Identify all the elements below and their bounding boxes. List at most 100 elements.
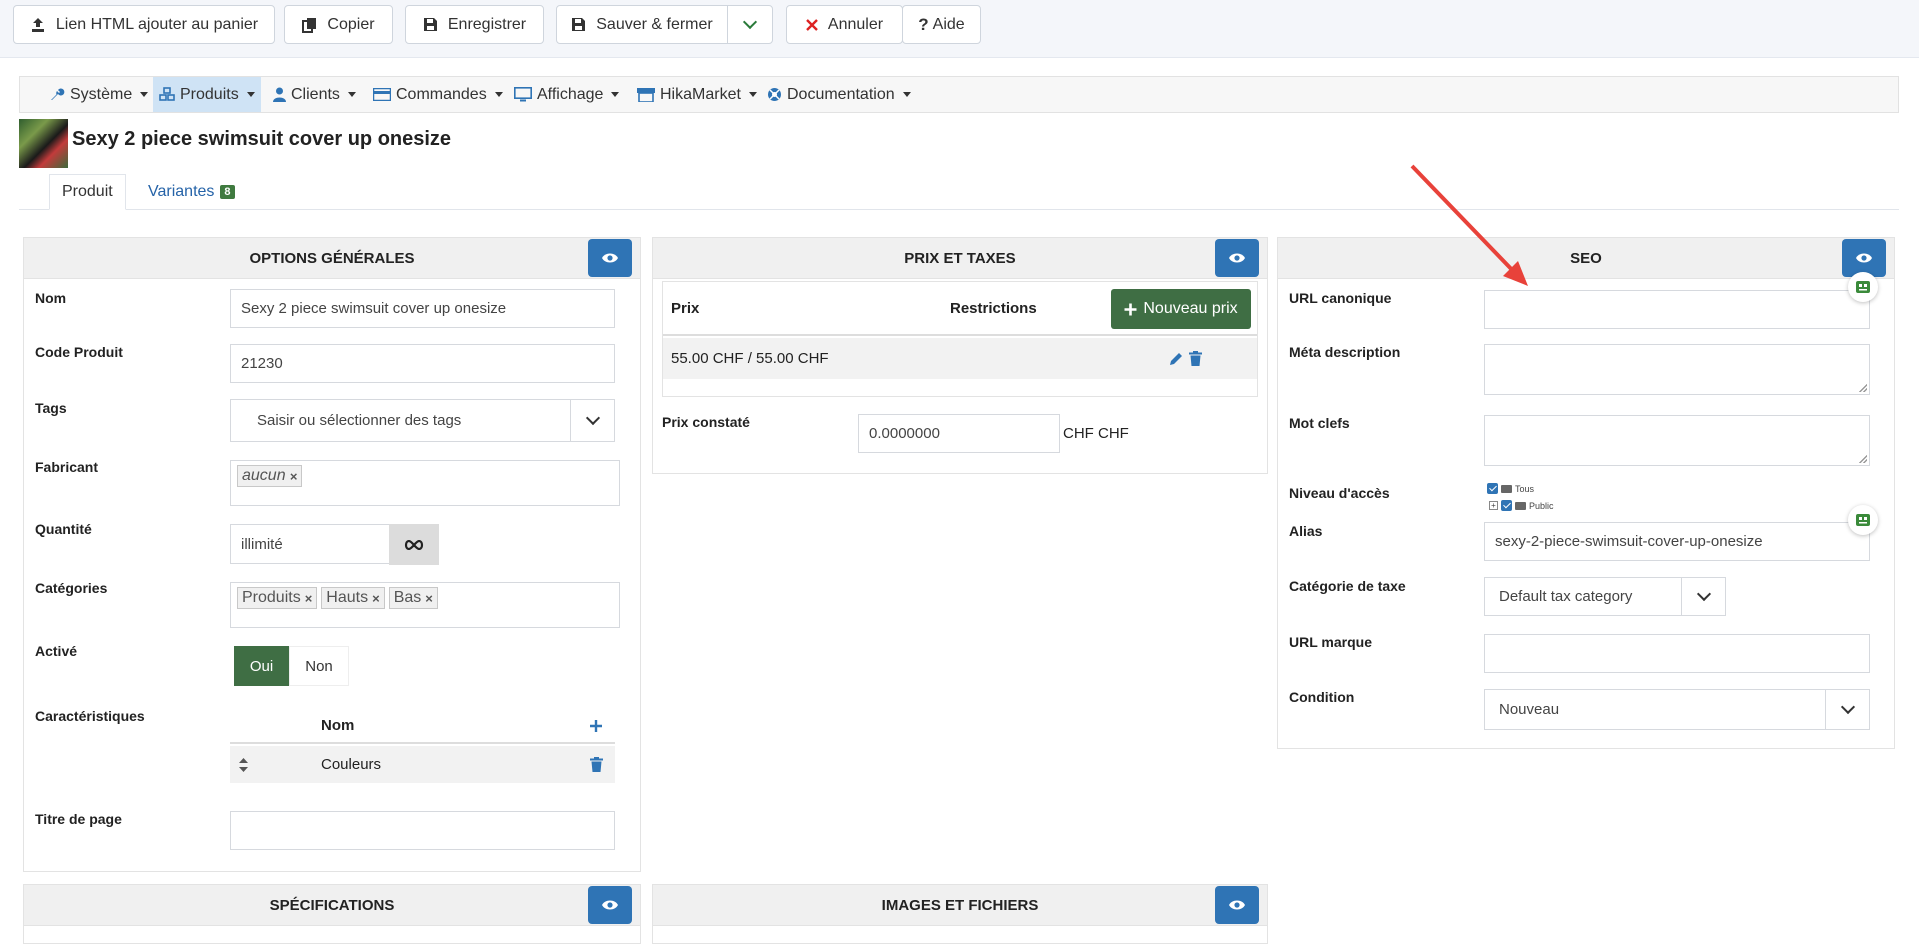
- new-price-button[interactable]: Nouveau prix: [1111, 289, 1251, 329]
- active-no-button[interactable]: Non: [289, 646, 349, 686]
- product-code-value: 21230: [241, 355, 283, 372]
- brand-url-input[interactable]: [1484, 634, 1870, 673]
- unlimited-toggle-button[interactable]: [389, 524, 439, 565]
- name-input[interactable]: Sexy 2 piece swimsuit cover up onesize: [230, 289, 615, 328]
- canonical-url-input[interactable]: [1484, 290, 1870, 329]
- menu-documentation[interactable]: Documentation: [761, 77, 917, 112]
- infinity-icon: [404, 539, 424, 550]
- menu-display[interactable]: Affichage: [508, 77, 625, 112]
- remove-chip-icon[interactable]: ×: [372, 591, 380, 606]
- name-label: Nom: [35, 290, 67, 306]
- caret-down-icon: [140, 92, 149, 97]
- menu-display-label: Affichage: [537, 85, 604, 103]
- characteristics-label: Caractéristiques: [35, 708, 145, 724]
- images-files-heading: IMAGES ET FICHIERS: [881, 896, 1039, 914]
- toggle-visibility-button[interactable]: [588, 886, 632, 924]
- menu-hikamarket[interactable]: HikaMarket: [631, 77, 763, 112]
- tax-category-dropdown-toggle[interactable]: [1681, 578, 1725, 615]
- access-all-label: Tous: [1515, 483, 1535, 494]
- access-level-label: Niveau d'accès: [1289, 485, 1390, 501]
- characteristics-header-row: Nom: [230, 709, 615, 744]
- copy-button[interactable]: Copier: [284, 5, 393, 44]
- table-row: 55.00 CHF / 55.00 CHF: [663, 338, 1257, 379]
- active-yes-button[interactable]: Oui: [234, 646, 289, 686]
- meta-description-textarea[interactable]: [1484, 344, 1870, 395]
- quantity-input[interactable]: illimité: [230, 524, 390, 564]
- caret-down-icon: [494, 92, 503, 97]
- access-tree-all: Tous: [1487, 483, 1534, 494]
- edit-icon[interactable]: [1169, 351, 1184, 366]
- plus-icon: [1124, 303, 1137, 315]
- categories-field[interactable]: Produits × Hauts × Bas ×: [230, 582, 620, 628]
- add-to-cart-html-button[interactable]: Lien HTML ajouter au panier: [13, 5, 275, 44]
- copy-label: Copier: [327, 15, 375, 33]
- price-table: Prix Restrictions Nouveau prix 55.00 CHF…: [662, 281, 1258, 397]
- page-title-input[interactable]: [230, 811, 615, 850]
- toggle-visibility-button[interactable]: [588, 239, 632, 277]
- remove-chip-icon[interactable]: ×: [305, 591, 313, 606]
- monitor-icon: [514, 87, 532, 102]
- price-table-header: Prix Restrictions Nouveau prix: [663, 282, 1257, 336]
- eye-icon: [1229, 253, 1245, 263]
- alias-value: sexy-2-piece-swimsuit-cover-up-onesize: [1495, 533, 1763, 550]
- tab-product[interactable]: Produit: [49, 174, 126, 210]
- copy-icon: [302, 17, 317, 33]
- access-all-checkbox[interactable]: [1487, 483, 1498, 494]
- user-icon: [273, 87, 286, 102]
- condition-select[interactable]: Nouveau: [1484, 689, 1870, 730]
- toggle-visibility-button[interactable]: [1215, 239, 1259, 277]
- add-icon[interactable]: [589, 719, 603, 733]
- page-title-label: Titre de page: [35, 811, 122, 827]
- robot-icon: [1856, 514, 1870, 526]
- save-options-dropdown[interactable]: [727, 5, 773, 44]
- observed-price-input[interactable]: 0.0000000: [858, 414, 1060, 453]
- categories-label: Catégories: [35, 580, 108, 596]
- menu-clients[interactable]: Clients: [267, 77, 362, 112]
- manufacturer-field[interactable]: aucun ×: [230, 460, 620, 506]
- help-label: Aide: [932, 15, 965, 33]
- remove-chip-icon[interactable]: ×: [290, 469, 298, 484]
- cancel-button[interactable]: Annuler: [786, 5, 903, 44]
- field-assistant-icon[interactable]: [1848, 505, 1878, 535]
- annotation-arrow-icon: [1410, 164, 1528, 286]
- eye-icon: [1856, 253, 1872, 263]
- keywords-textarea[interactable]: [1484, 415, 1870, 466]
- chevron-down-icon: [585, 410, 600, 426]
- menu-system[interactable]: Système: [44, 77, 154, 112]
- specifications-panel: SPÉCIFICATIONS: [23, 884, 641, 944]
- access-public-label: Public: [1529, 500, 1554, 511]
- help-button[interactable]: ? Aide: [902, 5, 981, 44]
- toggle-visibility-button[interactable]: [1215, 886, 1259, 924]
- trash-icon[interactable]: [590, 757, 603, 772]
- remove-chip-icon[interactable]: ×: [425, 591, 433, 606]
- field-assistant-icon[interactable]: [1848, 272, 1878, 302]
- expand-icon[interactable]: +: [1489, 501, 1498, 510]
- menu-orders[interactable]: Commandes: [367, 77, 509, 112]
- access-public-checkbox[interactable]: [1501, 500, 1512, 511]
- eye-icon: [602, 900, 618, 910]
- condition-dropdown-toggle[interactable]: [1825, 690, 1869, 729]
- floppy-icon: [423, 18, 437, 31]
- floppy-icon: [572, 18, 586, 31]
- tax-category-select[interactable]: Default tax category: [1484, 577, 1726, 616]
- seo-header: SEO: [1278, 238, 1894, 279]
- chevron-down-icon: [1696, 586, 1711, 602]
- general-options-header: OPTIONS GÉNÉRALES: [24, 238, 640, 279]
- images-files-header: IMAGES ET FICHIERS: [653, 885, 1267, 926]
- trash-icon[interactable]: [1189, 351, 1202, 366]
- alias-input[interactable]: sexy-2-piece-swimsuit-cover-up-onesize: [1484, 522, 1870, 561]
- cubes-icon: [159, 87, 175, 101]
- menu-products-label: Produits: [180, 85, 239, 103]
- product-code-input[interactable]: 21230: [230, 344, 615, 383]
- product-code-label: Code Produit: [35, 344, 123, 360]
- variants-count-badge: 8: [220, 185, 235, 199]
- menu-documentation-label: Documentation: [787, 85, 895, 103]
- save-button[interactable]: Enregistrer: [405, 5, 544, 44]
- tab-variants[interactable]: Variantes 8: [136, 174, 247, 210]
- tags-dropdown-toggle[interactable]: [570, 400, 614, 441]
- tags-select[interactable]: Saisir ou sélectionner des tags: [230, 399, 615, 442]
- menu-products[interactable]: Produits: [153, 77, 261, 112]
- save-close-button[interactable]: Sauver & fermer: [556, 5, 728, 44]
- tags-label: Tags: [35, 400, 67, 416]
- sort-handle-icon[interactable]: [239, 757, 248, 772]
